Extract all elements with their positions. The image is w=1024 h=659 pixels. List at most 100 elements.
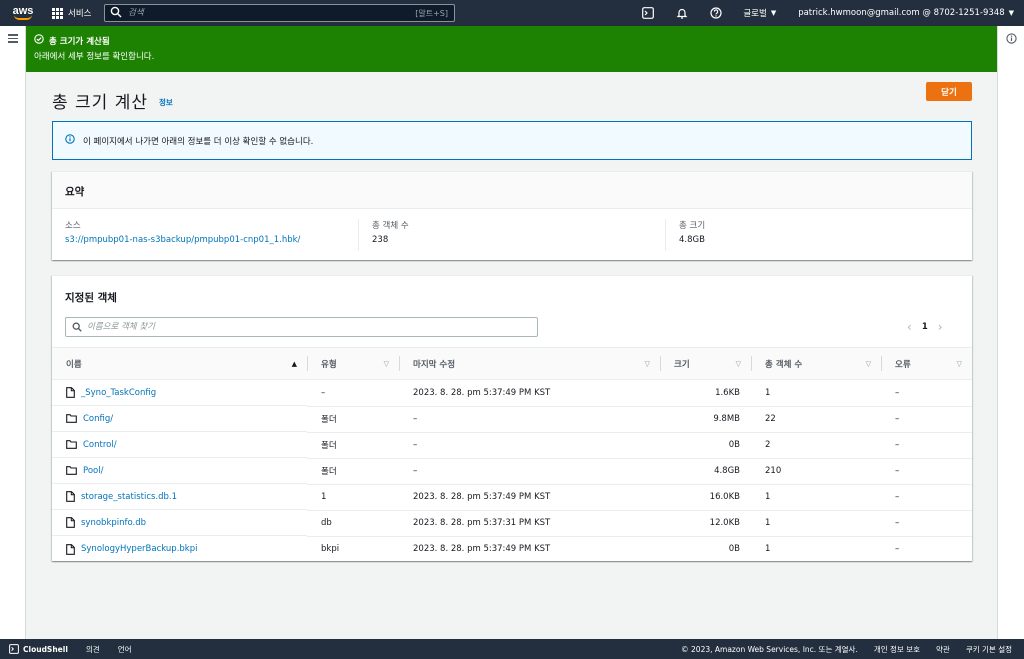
- cell-error: –: [881, 458, 972, 485]
- objects-panel: 지정된 객체 ‹ 1 › 이름 ▲ 유형 ▽ 마지막 수정 ▽ 크기 ▽ 총 객체 수 ▽…: [52, 275, 972, 561]
- feedback-link[interactable]: 의견: [86, 644, 100, 655]
- size-value: 4.8GB: [679, 235, 705, 245]
- cell-type: 1: [307, 484, 399, 511]
- object-name-link[interactable]: _Syno_TaskConfig: [81, 388, 156, 398]
- table-row[interactable]: SynologyHyperBackup.bkpi bkpi 2023. 8. 28.…: [52, 536, 972, 562]
- cookie-preferences-link[interactable]: 쿠키 기본 설정: [966, 644, 1012, 655]
- cloudshell-icon[interactable]: [641, 6, 655, 20]
- column-modified-label: 마지막 수정: [413, 359, 456, 370]
- search-icon: [110, 6, 124, 20]
- cell-count: 1: [765, 544, 771, 555]
- cell-count: 2: [751, 432, 881, 459]
- cloudshell-label: CloudShell: [23, 644, 68, 654]
- summary-panel: 요약 소스 s3://pmpubp01-nas-s3backup/pmpubp0…: [52, 171, 972, 260]
- notifications-bell-icon[interactable]: [675, 6, 689, 20]
- nav-right-group: 글로벌 ▼ patrick.hwmoon@gmail.com @ 8702-125…: [641, 0, 1014, 26]
- column-header-modified[interactable]: 마지막 수정 ▽: [399, 347, 660, 380]
- cell-name: Config/: [52, 406, 307, 432]
- table-row[interactable]: _Syno_TaskConfig – 2023. 8. 28. pm 5:37:49…: [52, 379, 972, 407]
- info-panel-icon[interactable]: [1006, 33, 1017, 44]
- global-search-input[interactable]: [124, 8, 416, 18]
- language-link[interactable]: 언어: [118, 644, 132, 655]
- cell-error: –: [881, 379, 972, 407]
- sort-icon: ▽: [956, 359, 962, 368]
- right-rail: [997, 26, 1024, 639]
- privacy-link[interactable]: 개인 정보 보호: [874, 644, 920, 655]
- cell-name: storage_statistics.db.1: [52, 484, 307, 510]
- column-header-count[interactable]: 총 객체 수 ▽: [751, 347, 881, 380]
- left-rail: [0, 26, 26, 639]
- cell-error: –: [881, 510, 972, 537]
- cell-modified: 2023. 8. 28. pm 5:37:49 PM KST: [399, 379, 660, 407]
- info-icon: [65, 134, 75, 147]
- objects-search: [65, 317, 538, 337]
- object-name-link[interactable]: synobkpinfo.db: [81, 518, 146, 528]
- cell-count: 22: [751, 406, 881, 433]
- folder-icon: [66, 414, 77, 423]
- object-name-link[interactable]: Control/: [83, 440, 117, 450]
- aws-logo[interactable]: aws: [6, 0, 40, 26]
- cell-error: –: [881, 406, 972, 433]
- info-alert: 이 페이지에서 나가면 아래의 정보를 더 이상 확인할 수 없습니다.: [52, 121, 972, 160]
- cell-type: db: [307, 510, 399, 537]
- global-search: [알트+S]: [104, 4, 455, 22]
- size-label: 총 크기: [679, 221, 706, 231]
- file-icon: [66, 491, 75, 502]
- column-header-type[interactable]: 유형 ▽: [307, 347, 399, 380]
- cloudshell-button[interactable]: CloudShell: [9, 644, 68, 654]
- info-link[interactable]: 정보: [159, 97, 173, 108]
- table-row[interactable]: Config/폴더 –9.8MB 22–: [52, 406, 972, 433]
- menu-icon[interactable]: [8, 34, 18, 43]
- cell-count: 1: [751, 484, 881, 511]
- current-page[interactable]: 1: [922, 322, 928, 332]
- help-icon[interactable]: [709, 6, 723, 20]
- column-header-error[interactable]: 오류 ▽: [881, 347, 972, 380]
- flash-title: 총 크기가 계산됨: [49, 36, 110, 47]
- table-row[interactable]: storage_statistics.db.1 1 2023. 8. 28. pm …: [52, 484, 972, 511]
- table-header-row: 이름 ▲ 유형 ▽ 마지막 수정 ▽ 크기 ▽ 총 객체 수 ▽ 오류 ▽: [52, 347, 972, 380]
- summary-source: 소스 s3://pmpubp01-nas-s3backup/pmpubp01-c…: [52, 219, 358, 251]
- region-selector[interactable]: 글로벌 ▼: [743, 7, 776, 19]
- cell-error: –: [881, 432, 972, 459]
- cell-modified: 2023. 8. 28. pm 5:37:49 PM KST: [413, 544, 551, 555]
- object-name-link[interactable]: SynologyHyperBackup.bkpi: [81, 544, 197, 554]
- objects-search-input[interactable]: [82, 322, 537, 332]
- account-menu[interactable]: patrick.hwmoon@gmail.com @ 8702-1251-934…: [798, 8, 1014, 18]
- services-label: 서비스: [68, 9, 92, 19]
- aws-smile-icon: [14, 15, 32, 20]
- flash-message: 아래에서 세부 정보를 확인합니다.: [34, 52, 155, 62]
- caret-down-icon: ▼: [770, 9, 777, 17]
- cell-name: synobkpinfo.db: [52, 510, 307, 536]
- cell-modified: –: [399, 432, 660, 459]
- summary-objects: 총 객체 수 238: [358, 219, 665, 251]
- prev-page-icon[interactable]: ‹: [907, 320, 912, 334]
- table-row[interactable]: Pool/폴더 –4.8GB 210–: [52, 458, 972, 485]
- cell-type: 폴더: [307, 458, 399, 485]
- cell-size: 12.0KB: [660, 510, 751, 537]
- object-name-link[interactable]: Pool/: [83, 466, 103, 476]
- page-title: 총 크기 계산: [52, 93, 149, 113]
- folder-icon: [66, 440, 77, 449]
- column-size-label: 크기: [674, 359, 690, 370]
- search-icon: [72, 322, 82, 332]
- source-label: 소스: [65, 221, 81, 231]
- table-row[interactable]: Control/폴더 –0B 2–: [52, 432, 972, 459]
- cell-error: –: [895, 544, 900, 555]
- cloudshell-icon: [9, 644, 19, 654]
- object-name-link[interactable]: Config/: [83, 414, 113, 424]
- cell-modified: 2023. 8. 28. pm 5:37:49 PM KST: [399, 484, 660, 511]
- source-link[interactable]: s3://pmpubp01-nas-s3backup/pmpubp01-cnp0…: [65, 235, 358, 245]
- terms-link[interactable]: 약관: [936, 644, 950, 655]
- cell-type: 폴더: [307, 406, 399, 433]
- column-header-size[interactable]: 크기 ▽: [660, 347, 751, 380]
- table-row[interactable]: synobkpinfo.db db 2023. 8. 28. pm 5:37:31 …: [52, 510, 972, 537]
- services-menu-button[interactable]: 서비스: [52, 0, 91, 26]
- sort-ascending-icon: ▲: [291, 359, 297, 368]
- close-button[interactable]: 닫기: [926, 82, 972, 101]
- cell-count: 1: [751, 379, 881, 407]
- next-page-icon[interactable]: ›: [938, 320, 943, 334]
- pagination: ‹ 1 ›: [907, 319, 943, 335]
- object-name-link[interactable]: storage_statistics.db.1: [81, 492, 177, 502]
- cell-modified: –: [399, 458, 660, 485]
- column-header-name[interactable]: 이름 ▲: [52, 347, 307, 380]
